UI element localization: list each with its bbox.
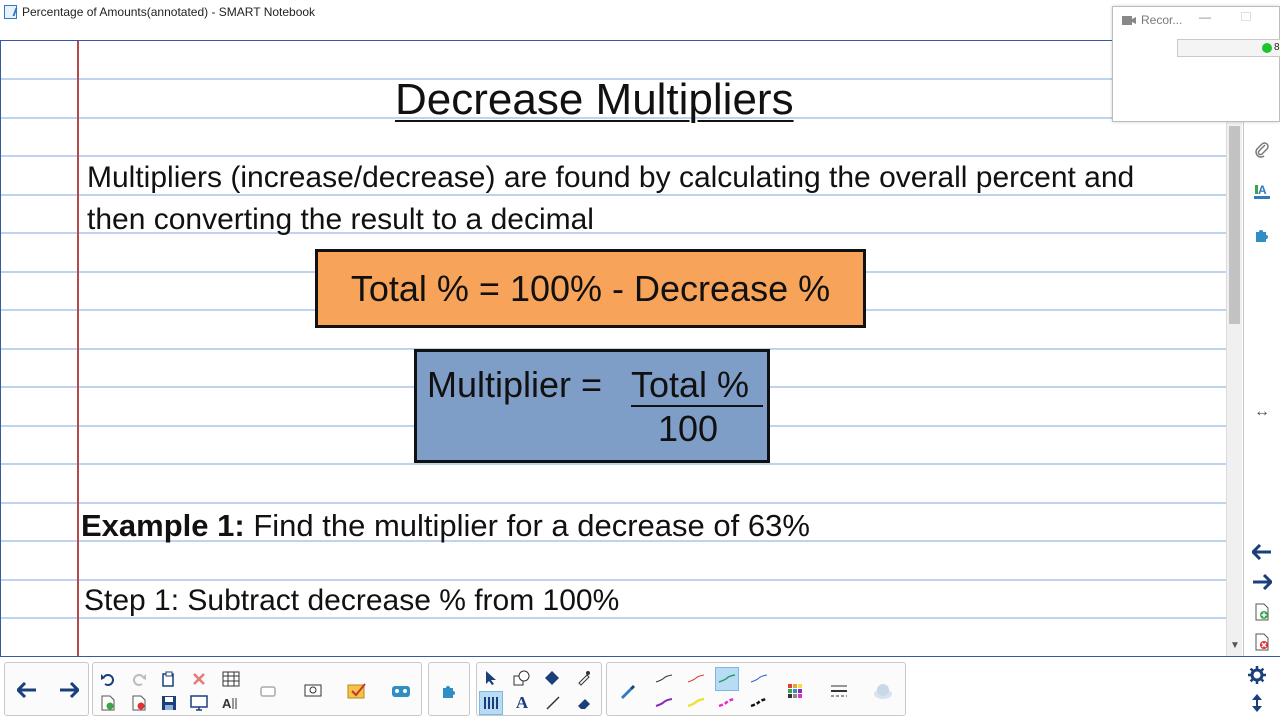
full-screen-icon[interactable] <box>187 691 211 715</box>
recorder-title: Recor... <box>1141 13 1183 27</box>
bottom-toolbar: A A <box>0 656 1280 720</box>
redo-icon[interactable] <box>127 667 151 691</box>
previous-page-icon[interactable] <box>15 678 39 702</box>
example-1[interactable]: Example 1: Find the multiplier for a dec… <box>81 508 810 544</box>
gallery-icon[interactable]: A <box>1248 177 1276 205</box>
pen-red-icon[interactable] <box>684 667 708 691</box>
fraction-denominator: 100 <box>658 408 719 449</box>
pen-black-thin-icon[interactable] <box>652 667 676 691</box>
vertical-scrollbar[interactable]: ▼ <box>1226 122 1242 656</box>
add-page-toolbar-icon[interactable] <box>96 691 120 715</box>
fill-icon[interactable] <box>541 666 565 690</box>
pen-magenta-dashed-icon[interactable] <box>715 691 739 715</box>
notebook-page[interactable] <box>0 40 1242 656</box>
next-page-icon[interactable] <box>57 678 81 702</box>
maximize-icon[interactable] <box>1241 12 1251 21</box>
addons-icon[interactable] <box>1248 220 1276 248</box>
smart-notebook-window: Percentage of Amounts(annotated) - SMART… <box>0 0 1280 720</box>
side-bar: A ↔ <box>1243 122 1280 656</box>
recorder-icon <box>1122 16 1136 25</box>
back-arrow-icon[interactable] <box>1248 538 1276 566</box>
properties-icon[interactable] <box>871 679 895 703</box>
move-toolbar-icon[interactable] <box>1245 691 1269 715</box>
example-label: Example 1: <box>81 508 245 543</box>
magic-pen-icon[interactable] <box>572 666 596 690</box>
minimize-icon[interactable]: — <box>1199 10 1211 24</box>
document-camera-icon[interactable] <box>301 679 325 703</box>
save-icon[interactable] <box>157 691 181 715</box>
scrollbar-thumb[interactable] <box>1229 126 1240 324</box>
expand-icon[interactable]: ↔ <box>1248 398 1276 426</box>
paste-icon[interactable] <box>157 667 181 691</box>
screen-shade-icon[interactable] <box>257 679 281 703</box>
settings-gear-icon[interactable] <box>1245 663 1269 687</box>
margin-line <box>77 41 79 656</box>
lines-icon[interactable] <box>541 691 565 715</box>
fraction-numerator: Total % <box>631 364 750 405</box>
spell-check-icon[interactable]: A <box>219 691 243 715</box>
activity-builder-icon[interactable] <box>389 679 413 703</box>
svg-text:A: A <box>222 696 232 711</box>
step-1-text[interactable]: Step 1: Subtract decrease % from 100% <box>84 584 619 618</box>
select-tools-group: A <box>476 662 602 716</box>
nav-group <box>4 662 89 716</box>
pen-yellow-icon[interactable] <box>684 691 708 715</box>
select-arrow-icon[interactable] <box>479 666 503 690</box>
edit-group: A <box>92 662 422 716</box>
recorder-window[interactable]: Recor... — 8. <box>1112 6 1280 122</box>
multiplier-box[interactable]: Multiplier = Total % 100 <box>414 349 770 463</box>
formula-box[interactable]: Total % = 100% - Decrease % <box>315 249 866 328</box>
recorder-time: 8. <box>1274 42 1280 53</box>
svg-text:A: A <box>1258 183 1267 197</box>
delete-icon[interactable] <box>187 667 211 691</box>
fraction-bar <box>631 405 763 407</box>
pens-icon[interactable] <box>479 691 503 715</box>
attachments-icon[interactable] <box>1248 136 1276 164</box>
color-palette-icon[interactable] <box>783 679 807 703</box>
add-page-icon[interactable] <box>1248 598 1276 626</box>
pen-properties-group <box>606 662 906 716</box>
example-text: Find the multiplier for a decrease of 63… <box>253 508 810 543</box>
addons-group <box>428 662 470 716</box>
window-title: Percentage of Amounts(annotated) - SMART… <box>22 5 316 19</box>
multiplier-label: Multiplier = <box>427 364 603 405</box>
title-bar: Percentage of Amounts(annotated) - SMART… <box>0 0 1280 26</box>
shapes-icon[interactable] <box>510 666 534 690</box>
calligraphic-pen-icon[interactable] <box>615 679 639 703</box>
delete-page-toolbar-icon[interactable] <box>127 691 151 715</box>
pen-blue-icon[interactable] <box>747 667 771 691</box>
eraser-icon[interactable] <box>572 691 596 715</box>
addons-toolbar-icon[interactable] <box>437 678 461 702</box>
line-style-icon[interactable] <box>827 679 851 703</box>
pen-black-dashed-icon[interactable] <box>747 691 771 715</box>
undo-icon[interactable] <box>96 667 120 691</box>
pen-purple-icon[interactable] <box>652 691 676 715</box>
recorder-status-field: 8. <box>1177 39 1280 57</box>
page-title[interactable]: Decrease Multipliers <box>395 75 794 125</box>
intro-text[interactable]: Multipliers (increase/decrease) are foun… <box>87 157 1167 241</box>
scroll-down-arrow-icon[interactable]: ▼ <box>1229 640 1241 652</box>
response-icon[interactable] <box>345 679 369 703</box>
notebook-app-icon <box>4 5 17 19</box>
recording-indicator-icon <box>1262 43 1272 53</box>
text-icon[interactable]: A <box>510 691 534 715</box>
delete-page-icon[interactable] <box>1248 628 1276 656</box>
table-icon[interactable] <box>219 667 243 691</box>
forward-arrow-icon[interactable] <box>1248 568 1276 596</box>
pen-green-icon[interactable] <box>715 667 739 691</box>
